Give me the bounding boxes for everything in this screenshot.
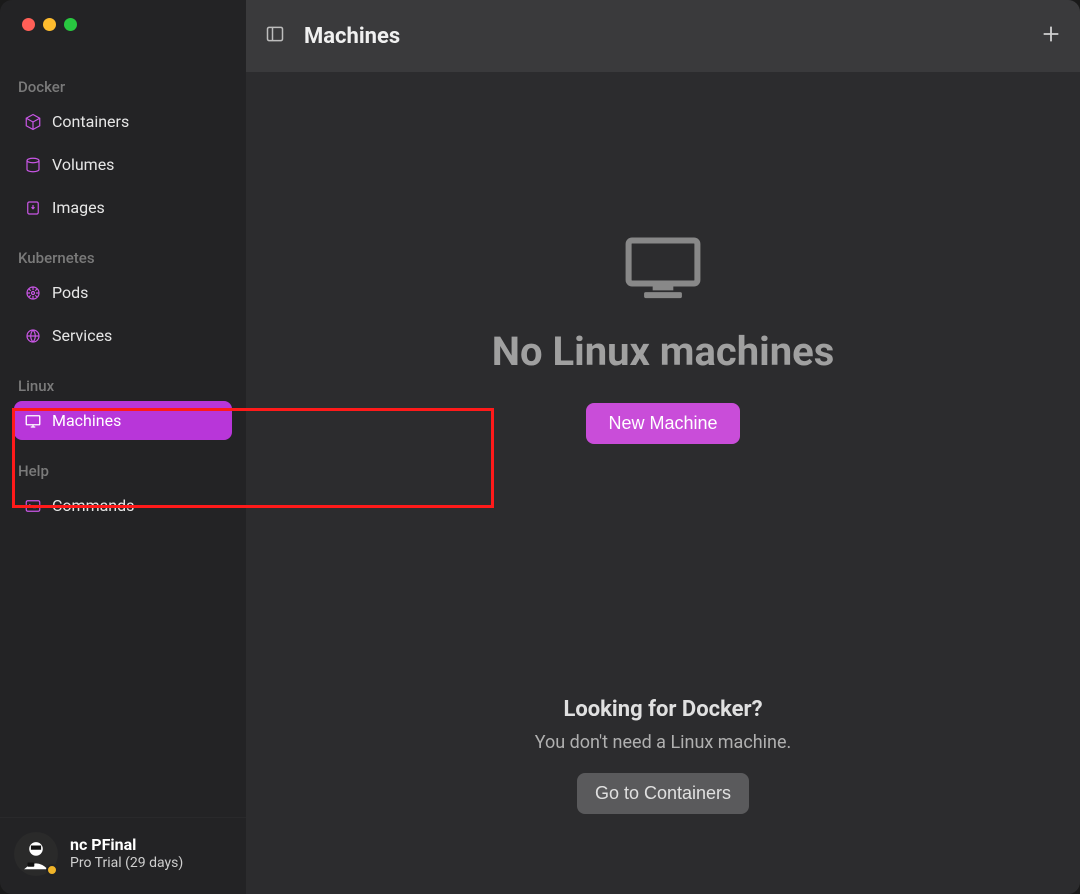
- sidebar-item-commands[interactable]: Commands: [14, 486, 232, 525]
- sidebar-item-services[interactable]: Services: [14, 316, 232, 355]
- docker-hint: Looking for Docker? You don't need a Lin…: [535, 697, 792, 864]
- disk-icon: [24, 156, 42, 174]
- window-controls: [0, 0, 246, 60]
- globe-icon: [24, 327, 42, 345]
- minimize-window-button[interactable]: [43, 18, 56, 31]
- main-panel: Machines No Linux machines New Machine L…: [246, 0, 1080, 894]
- sidebar-item-pods[interactable]: Pods: [14, 273, 232, 312]
- nav-sections: Docker Containers Volumes Images Kube: [0, 60, 246, 817]
- plus-icon: [1040, 23, 1062, 45]
- sidebar-item-machines[interactable]: Machines: [14, 401, 232, 440]
- app-window: Docker Containers Volumes Images Kube: [0, 0, 1080, 894]
- user-info: nc PFinal Pro Trial (29 days): [70, 835, 183, 873]
- user-footer[interactable]: nc PFinal Pro Trial (29 days): [0, 817, 246, 894]
- helm-icon: [24, 284, 42, 302]
- monitor-icon: [24, 412, 42, 430]
- sidebar-item-label: Containers: [52, 112, 129, 131]
- docker-hint-subtitle: You don't need a Linux machine.: [535, 732, 792, 753]
- archive-icon: [24, 199, 42, 217]
- close-window-button[interactable]: [22, 18, 35, 31]
- section-header-kubernetes: Kubernetes: [14, 231, 232, 273]
- add-button[interactable]: [1040, 23, 1062, 49]
- sidebar-item-label: Pods: [52, 283, 88, 302]
- sidebar-item-label: Volumes: [52, 155, 114, 174]
- section-header-docker: Docker: [14, 60, 232, 102]
- sidebar-item-label: Commands: [52, 496, 134, 515]
- section-header-linux: Linux: [14, 359, 232, 401]
- new-machine-button[interactable]: New Machine: [586, 403, 739, 444]
- sidebar-item-label: Services: [52, 326, 112, 345]
- page-title: Machines: [304, 24, 1022, 49]
- user-plan: Pro Trial (29 days): [70, 855, 183, 873]
- maximize-window-button[interactable]: [64, 18, 77, 31]
- status-dot: [46, 864, 58, 876]
- panel-left-icon: [264, 24, 286, 44]
- sidebar-item-volumes[interactable]: Volumes: [14, 145, 232, 184]
- avatar: [14, 832, 58, 876]
- section-header-help: Help: [14, 444, 232, 486]
- terminal-icon: [24, 497, 42, 515]
- go-to-containers-button[interactable]: Go to Containers: [577, 773, 749, 814]
- empty-title: No Linux machines: [492, 328, 835, 375]
- cube-icon: [24, 113, 42, 131]
- sidebar-item-label: Machines: [52, 411, 121, 430]
- content: No Linux machines New Machine Looking fo…: [246, 72, 1080, 894]
- sidebar-toggle-button[interactable]: [264, 24, 286, 48]
- sidebar-item-label: Images: [52, 198, 105, 217]
- sidebar-item-containers[interactable]: Containers: [14, 102, 232, 141]
- title-bar: Machines: [246, 0, 1080, 72]
- docker-hint-title: Looking for Docker?: [563, 697, 762, 722]
- monitor-large-icon: [620, 232, 706, 308]
- sidebar: Docker Containers Volumes Images Kube: [0, 0, 246, 894]
- empty-state: No Linux machines New Machine: [492, 232, 835, 444]
- user-name: nc PFinal: [70, 835, 183, 855]
- sidebar-item-images[interactable]: Images: [14, 188, 232, 227]
